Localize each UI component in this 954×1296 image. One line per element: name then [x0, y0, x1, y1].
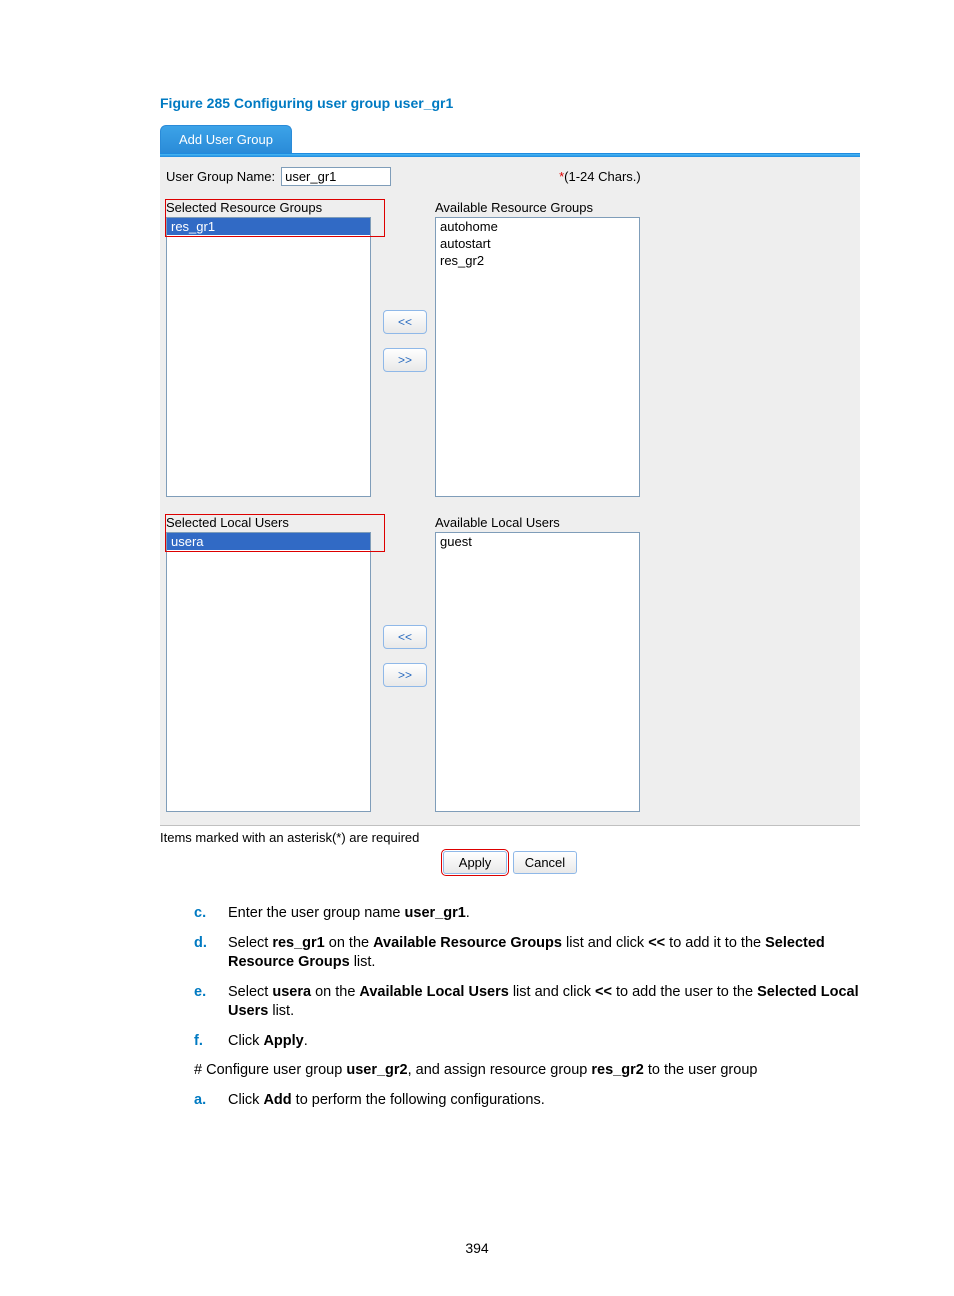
list-item[interactable]: guest [436, 533, 639, 550]
move-right-button[interactable]: >> [383, 348, 427, 372]
apply-button[interactable]: Apply [443, 851, 507, 874]
available-resource-groups-label: Available Resource Groups [435, 200, 640, 215]
list-item[interactable]: res_gr1 [167, 218, 370, 235]
step-marker: e. [160, 983, 220, 1022]
step-marker: d. [160, 934, 220, 973]
figure-caption: Figure 285 Configuring user group user_g… [160, 95, 859, 111]
step-text: Select res_gr1 on the Available Resource… [220, 934, 859, 973]
available-local-users-label: Available Local Users [435, 515, 640, 530]
step-text: Click Add to perform the following confi… [220, 1091, 859, 1111]
step-marker: a. [160, 1091, 220, 1111]
move-right-button-2[interactable]: >> [383, 663, 427, 687]
page-number: 394 [0, 1240, 954, 1256]
available-local-users-list[interactable]: guest [435, 532, 640, 812]
list-item[interactable]: autostart [436, 235, 639, 252]
available-resource-groups-list[interactable]: autohome autostart res_gr2 [435, 217, 640, 497]
move-left-button-2[interactable]: << [383, 625, 427, 649]
list-item[interactable]: usera [167, 533, 370, 550]
instructions: c. Enter the user group name user_gr1. d… [160, 904, 859, 1111]
list-item[interactable]: autohome [436, 218, 639, 235]
step-text: Enter the user group name user_gr1. [220, 904, 859, 924]
selected-local-users-label: Selected Local Users [166, 515, 371, 530]
selected-resource-groups-label: Selected Resource Groups [166, 200, 371, 215]
tab-add-user-group[interactable]: Add User Group [160, 125, 292, 153]
list-item[interactable]: res_gr2 [436, 252, 639, 269]
move-left-button[interactable]: << [383, 310, 427, 334]
screenshot-panel: Add User Group User Group Name: * (1-24 … [160, 125, 860, 874]
step-text: Click Apply. [220, 1032, 859, 1052]
config-paragraph: # Configure user group user_gr2, and ass… [194, 1061, 859, 1081]
selected-resource-groups-list[interactable]: res_gr1 [166, 217, 371, 497]
chars-hint: (1-24 Chars.) [564, 169, 641, 184]
user-group-name-label: User Group Name: [166, 169, 275, 184]
step-text: Select usera on the Available Local User… [220, 983, 859, 1022]
required-note: Items marked with an asterisk(*) are req… [160, 830, 860, 845]
user-group-name-input[interactable] [281, 167, 391, 186]
step-marker: c. [160, 904, 220, 924]
step-marker: f. [160, 1032, 220, 1052]
selected-local-users-list[interactable]: usera [166, 532, 371, 812]
cancel-button[interactable]: Cancel [513, 851, 577, 874]
